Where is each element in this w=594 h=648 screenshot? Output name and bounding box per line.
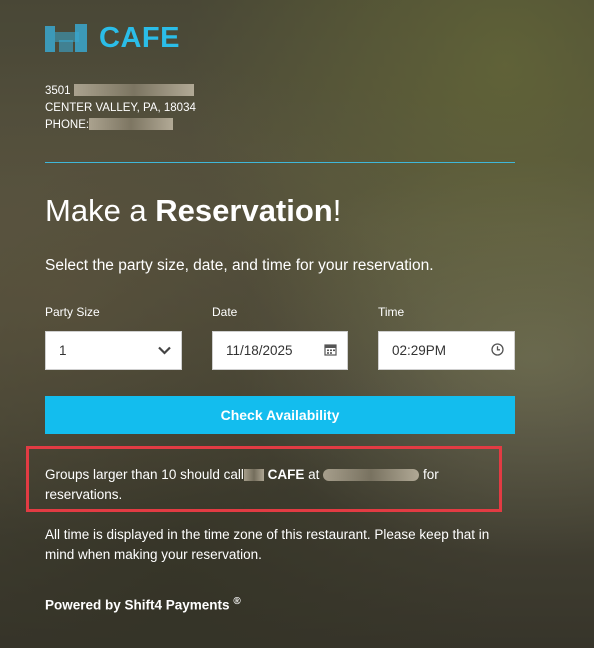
address-line-2: CENTER VALLEY, PA, 18034 [45, 102, 196, 114]
date-label: Date [212, 305, 238, 319]
large-group-notice: Groups larger than 10 should call CAFE a… [45, 467, 439, 502]
party-size-value: 1 [59, 343, 67, 358]
calendar-icon [324, 343, 337, 359]
redacted-street [73, 84, 194, 96]
brand-name: CAFE [99, 22, 180, 54]
clock-icon [491, 342, 504, 359]
party-size-label: Party Size [45, 305, 100, 319]
page-title: Make a Reservation! [45, 193, 342, 228]
chevron-down-icon [158, 343, 171, 358]
powered-by: Powered by Shift4 Payments ® [45, 596, 241, 613]
redacted-phone [89, 118, 174, 130]
date-value: 11/18/2025 [226, 343, 293, 358]
date-input[interactable]: 11/18/2025 [212, 331, 348, 370]
time-label: Time [378, 305, 405, 319]
timezone-note: All time is displayed in the time zone o… [45, 527, 490, 562]
redacted-phone-number [323, 469, 420, 481]
header-divider [45, 162, 515, 163]
time-input[interactable]: 02:29PM [378, 331, 515, 370]
brand-logo: CAFE [45, 22, 180, 55]
time-value: 02:29PM [392, 343, 447, 358]
page-subtitle: Select the party size, date, and time fo… [45, 257, 434, 274]
phone-line: PHONE: [45, 117, 196, 134]
address-line-1: 3501 [45, 83, 196, 100]
restaurant-address: 3501 CENTER VALLEY, PA, 18034 PHONE: [45, 83, 196, 134]
logo-mark-icon [45, 23, 89, 54]
redacted-name [243, 469, 264, 481]
check-availability-button[interactable]: Check Availability [45, 396, 515, 434]
party-size-select[interactable]: 1 [45, 331, 182, 370]
